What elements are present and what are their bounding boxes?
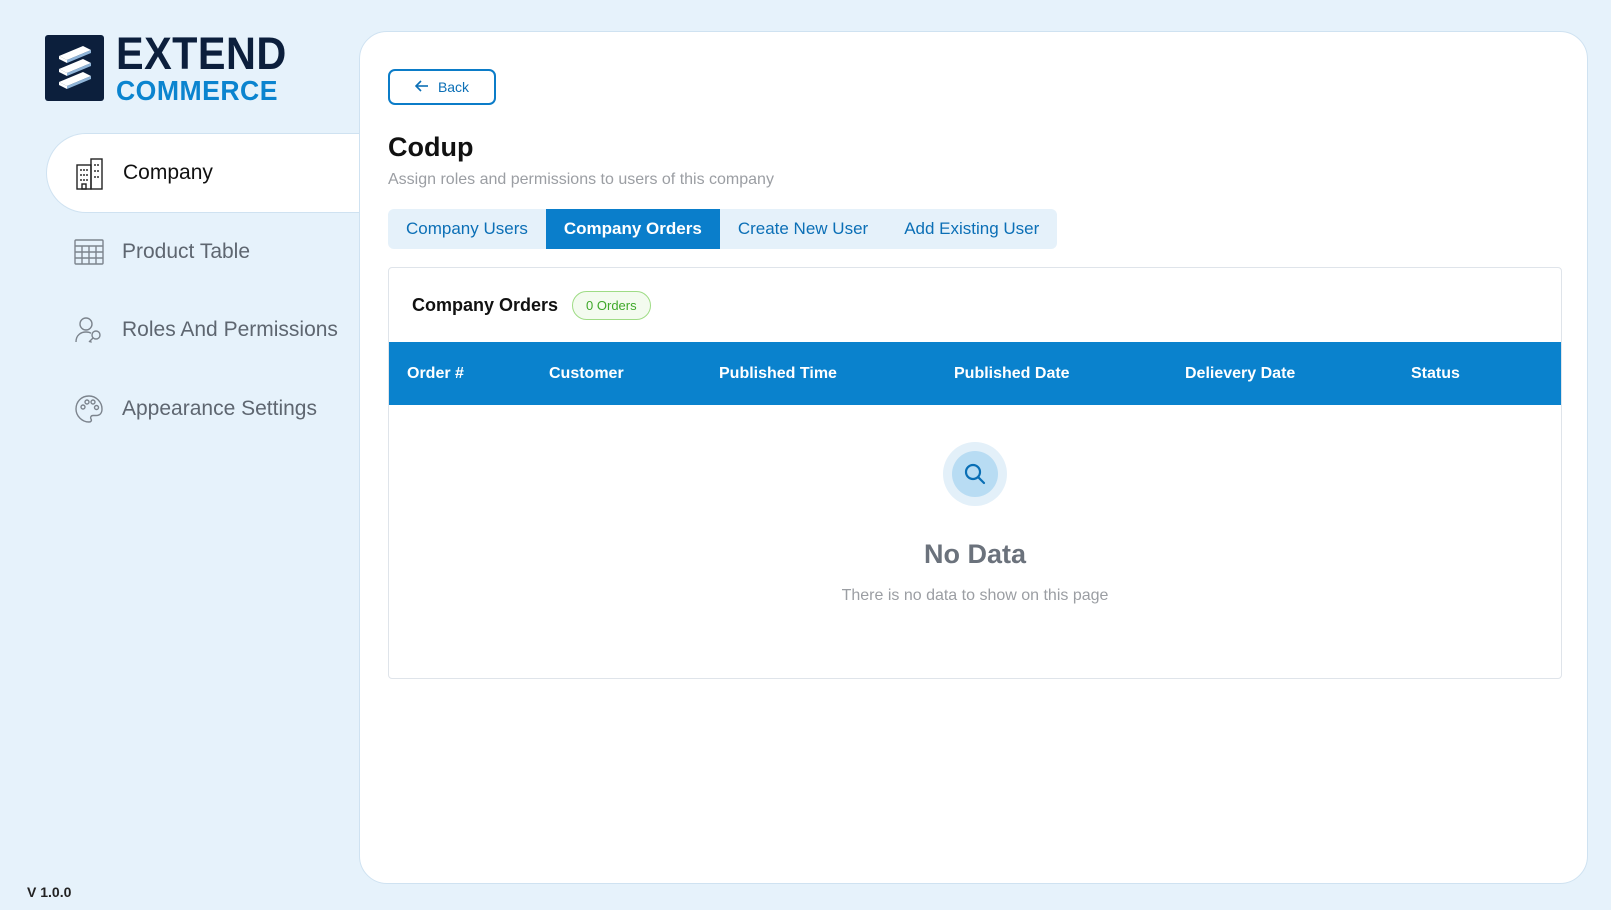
- table-grid-icon: [73, 236, 105, 268]
- sidebar-item-label: Company: [123, 161, 213, 184]
- column-header-status[interactable]: Status: [1411, 365, 1460, 383]
- empty-state-title: No Data: [923, 539, 1026, 569]
- column-header-customer[interactable]: Customer: [549, 365, 624, 383]
- back-button[interactable]: Back: [388, 69, 496, 105]
- orders-card-header: Company Orders 0 Orders: [389, 268, 1561, 342]
- column-header-published-date[interactable]: Published Date: [954, 365, 1070, 383]
- sidebar-item-label: Appearance Settings: [122, 397, 317, 420]
- sidebar-nav: Company Product Table Roles And Permissi…: [46, 133, 361, 449]
- back-button-label: Back: [437, 79, 470, 95]
- orders-card: Company Orders 0 Orders Order # Customer…: [388, 267, 1562, 679]
- tab-bar: Company Users Company Orders Create New …: [388, 209, 1058, 249]
- app-version: V 1.0.0: [27, 884, 72, 900]
- column-header-order-number[interactable]: Order #: [407, 365, 464, 383]
- sidebar-item-roles-permissions[interactable]: Roles And Permissions: [46, 291, 360, 369]
- building-icon: [74, 157, 106, 190]
- sidebar-item-appearance-settings[interactable]: Appearance Settings: [46, 369, 360, 449]
- tab-company-orders[interactable]: Company Orders: [545, 209, 720, 249]
- sidebar-item-label: Product Table: [122, 240, 251, 263]
- page-title: Codup: [388, 132, 474, 162]
- tab-company-users[interactable]: Company Users: [388, 209, 546, 249]
- page-subtitle: Assign roles and permissions to users of…: [388, 171, 774, 188]
- orders-table-header: Order # Customer Published Time Publishe…: [389, 342, 1561, 405]
- sidebar-item-product-table[interactable]: Product Table: [46, 213, 360, 291]
- brand-logo[interactable]: EXTEND COMMERCE: [45, 31, 302, 105]
- empty-state: No Data There is no data to show on this…: [389, 405, 1561, 678]
- brand-name-line1: EXTEND: [116, 28, 287, 79]
- palette-icon: [73, 393, 105, 425]
- main-panel: Back Codup Assign roles and permissions …: [359, 31, 1588, 884]
- brand-mark-icon: [45, 35, 104, 101]
- empty-state-message: There is no data to show on this page: [841, 587, 1109, 604]
- tab-create-new-user[interactable]: Create New User: [720, 209, 886, 249]
- app-root: EXTEND COMMERCE Company Product Table Ro…: [0, 0, 1611, 910]
- sidebar-item-company[interactable]: Company: [46, 133, 361, 213]
- sidebar-item-label: Roles And Permissions: [122, 318, 338, 341]
- user-key-icon: [73, 314, 105, 346]
- tab-add-existing-user[interactable]: Add Existing User: [886, 209, 1057, 249]
- column-header-delivery-date[interactable]: Delievery Date: [1185, 365, 1295, 383]
- orders-card-title: Company Orders: [412, 294, 559, 315]
- search-icon: [943, 442, 1007, 506]
- column-header-published-time[interactable]: Published Time: [719, 365, 837, 383]
- arrow-left-icon: [414, 79, 429, 95]
- orders-count-badge: 0 Orders: [572, 290, 651, 320]
- brand-name-line2: COMMERCE: [116, 75, 278, 106]
